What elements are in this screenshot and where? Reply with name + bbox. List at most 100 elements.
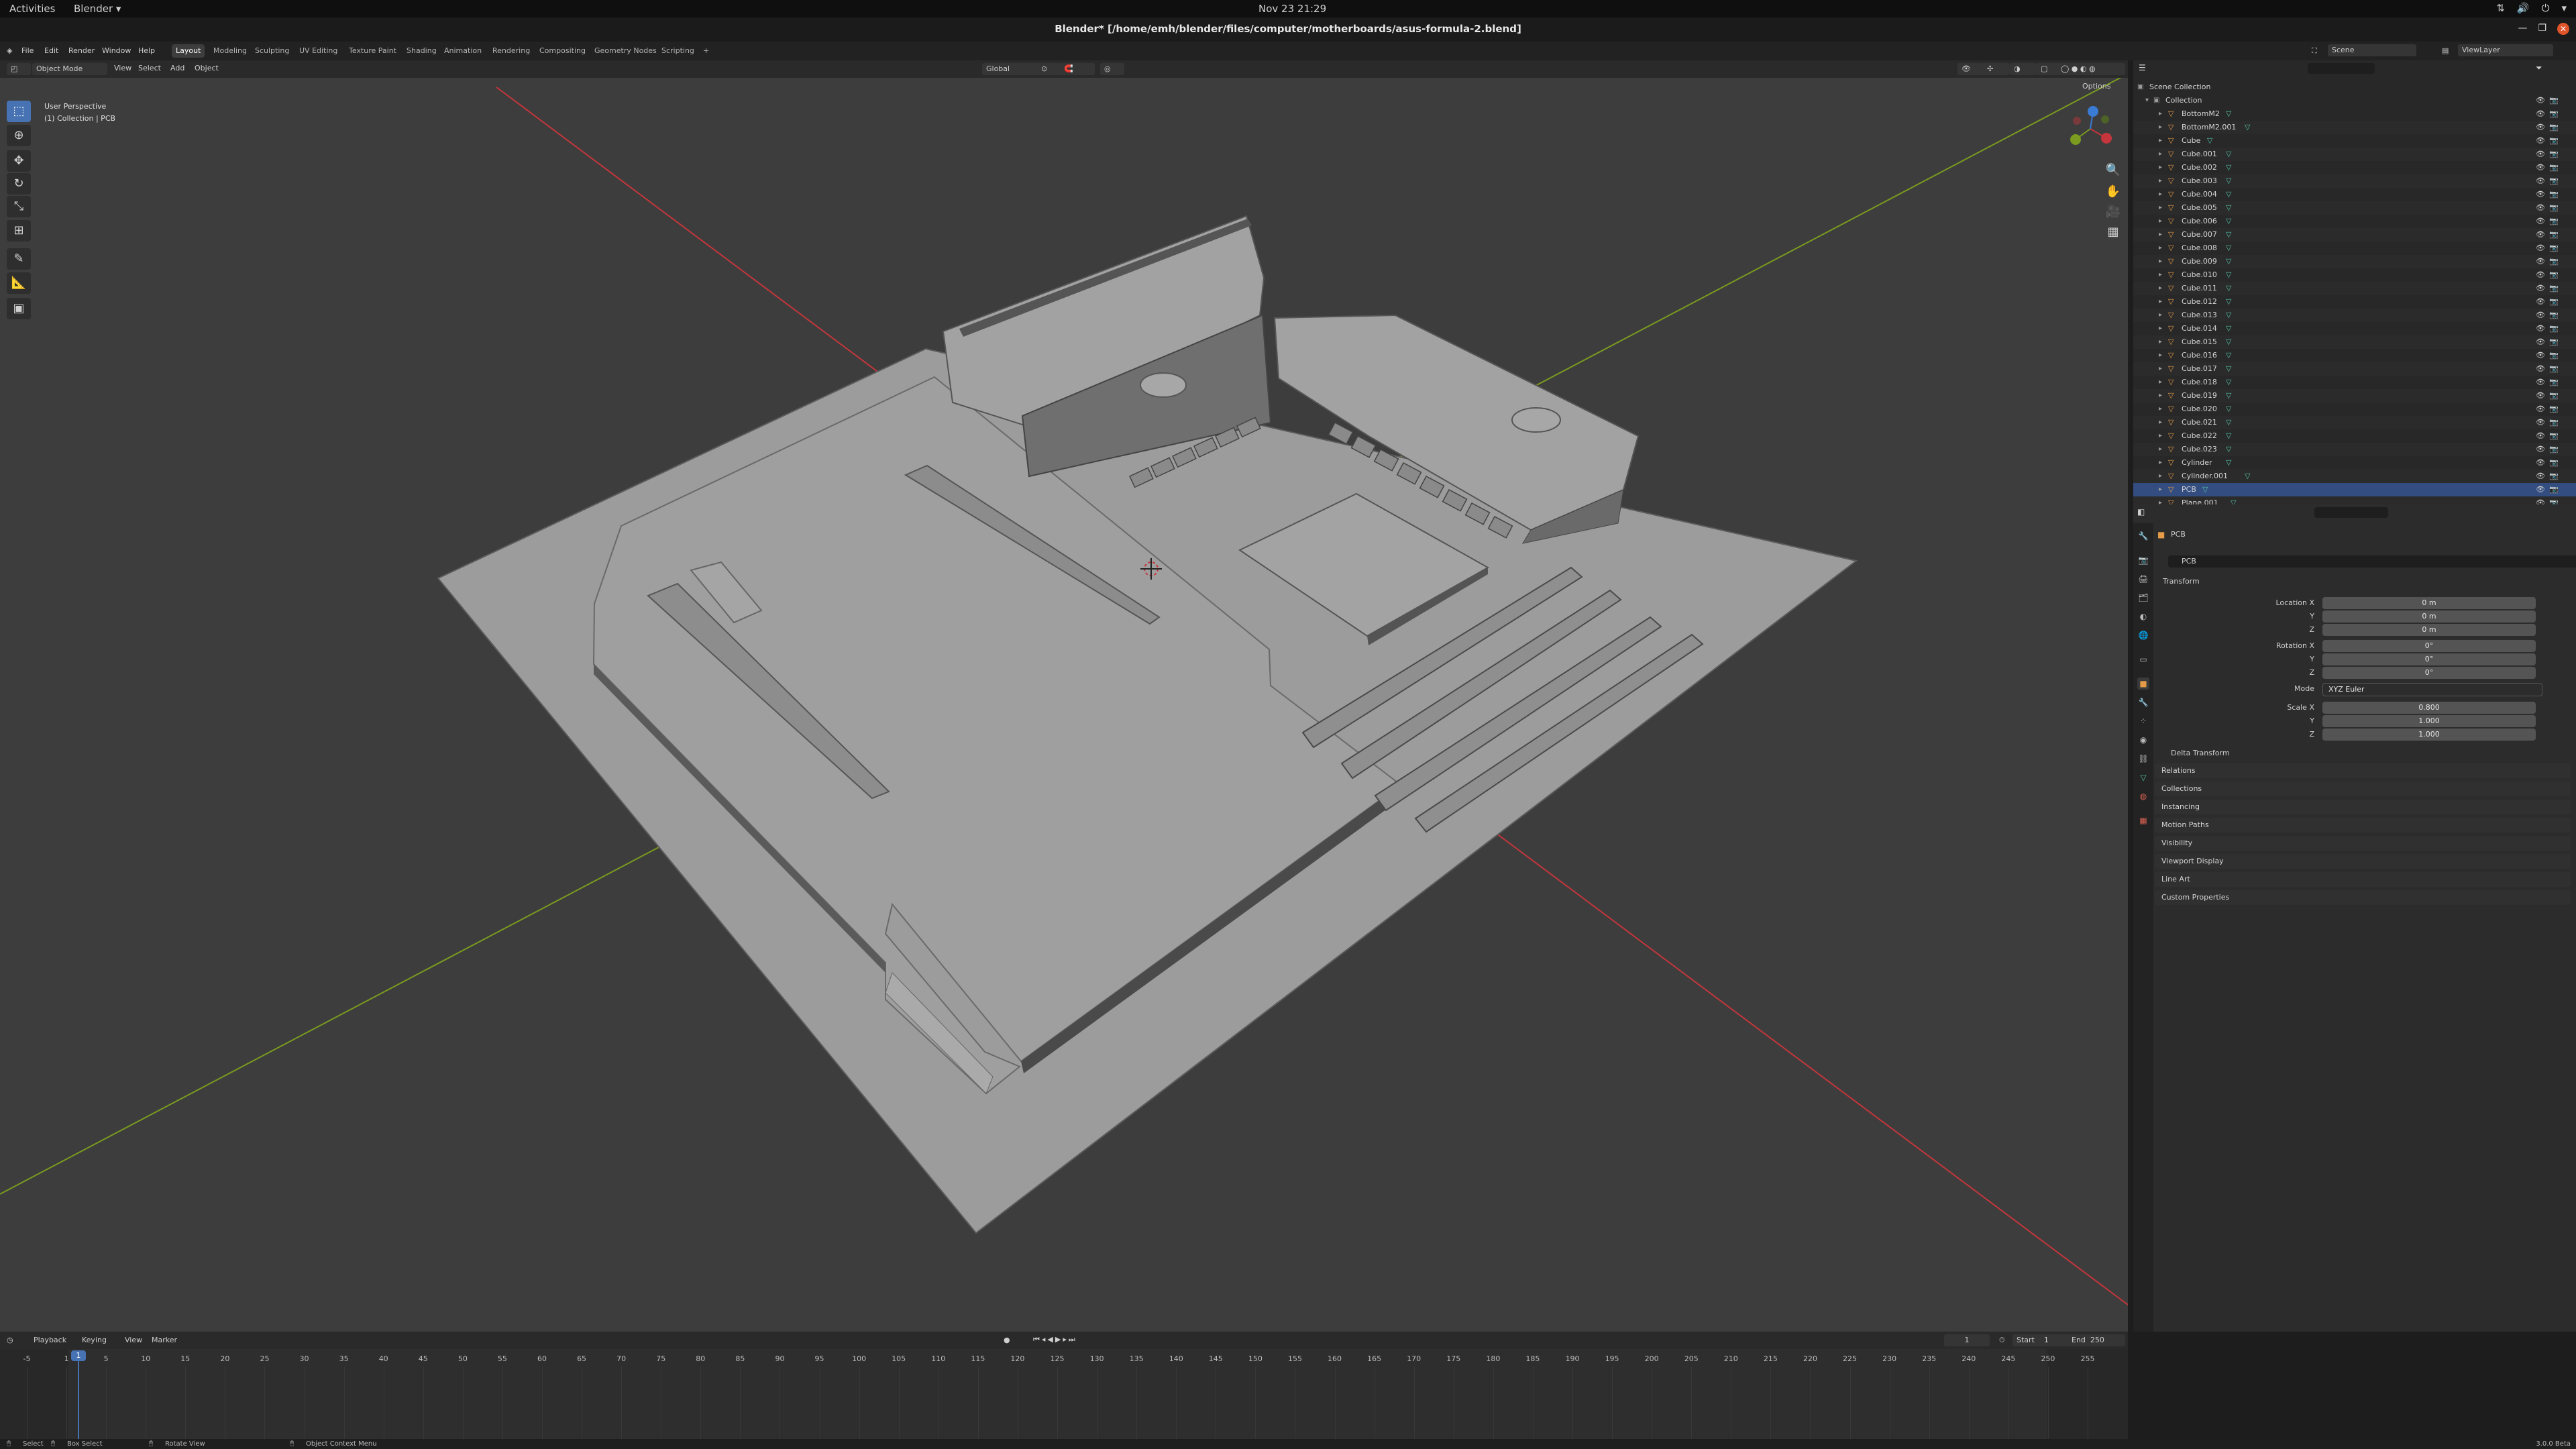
outliner-search-input[interactable] — [2308, 63, 2375, 74]
line-art-panel[interactable]: Line Art — [2155, 872, 2571, 887]
scale-z-field[interactable]: 1.000 — [2322, 729, 2536, 741]
camera-icon[interactable]: 📷 — [2549, 94, 2559, 107]
physics-tab-icon[interactable]: ◉ — [2137, 734, 2149, 746]
eye-icon[interactable]: 👁 — [2536, 215, 2545, 228]
eye-icon[interactable]: 👁 — [2536, 107, 2545, 121]
outliner-object-row[interactable]: ▸ ▽ BottomM2.001 ▽ 👁 📷 — [2133, 121, 2576, 134]
eye-icon[interactable]: 👁 — [2536, 402, 2545, 416]
expand-arrow-icon[interactable]: ▸ — [2159, 376, 2162, 389]
outliner-object-row[interactable]: ▸ ▽ BottomM2 ▽ 👁 📷 — [2133, 107, 2576, 121]
camera-icon[interactable]: 📷 — [2549, 362, 2559, 376]
mesh-data-icon[interactable]: ▽ — [2226, 241, 2231, 255]
camera-icon[interactable]: 📷 — [2549, 483, 2559, 496]
mesh-data-icon[interactable]: ▽ — [2226, 335, 2231, 349]
eye-icon[interactable]: 👁 — [2536, 362, 2545, 376]
pivot-icon[interactable]: ⊙ — [1037, 63, 1061, 75]
instancing-panel[interactable]: Instancing — [2155, 800, 2571, 814]
menu-timeline-view[interactable]: View — [125, 1336, 142, 1344]
camera-icon[interactable]: 📷 — [2549, 376, 2559, 389]
custom-properties-panel[interactable]: Custom Properties — [2155, 890, 2571, 905]
add-workspace-button[interactable]: + — [699, 44, 713, 58]
eye-icon[interactable]: 👁 — [2536, 322, 2545, 335]
camera-icon[interactable]: 📷 — [2549, 215, 2559, 228]
3d-viewport[interactable]: User Perspective (1) Collection | PCB ⬚ … — [0, 60, 2128, 1332]
camera-icon[interactable]: 📷 — [2549, 322, 2559, 335]
expand-arrow-icon[interactable]: ▸ — [2159, 174, 2162, 188]
expand-arrow-icon[interactable]: ▸ — [2159, 389, 2162, 402]
render-tab-icon[interactable]: 📷 — [2137, 554, 2149, 566]
mesh-data-icon[interactable]: ▽ — [2226, 402, 2231, 416]
properties-editor-icon[interactable]: ◧ — [2137, 507, 2145, 517]
eye-icon[interactable]: 👁 — [2536, 456, 2545, 470]
mesh-data-icon[interactable]: ▽ — [2226, 148, 2231, 161]
camera-icon[interactable]: 📷 — [2549, 107, 2559, 121]
blender-logo-icon[interactable]: ◈ — [7, 46, 12, 55]
object-tab-icon[interactable]: ■ — [2137, 678, 2149, 690]
system-tray[interactable]: ⇅ 🔊 ⏻ ▾ — [2496, 2, 2567, 14]
tab-shading[interactable]: Shading — [402, 44, 441, 58]
mesh-data-icon[interactable]: ▽ — [2245, 470, 2250, 483]
app-menu-button[interactable]: Blender ▾ — [74, 3, 121, 15]
expand-arrow-icon[interactable]: ▸ — [2159, 255, 2162, 268]
menu-file[interactable]: File — [21, 46, 34, 55]
rotation-x-field[interactable]: 0° — [2322, 640, 2536, 652]
ortho-toggle-icon[interactable]: ▦ — [2102, 221, 2124, 243]
pan-hand-icon[interactable]: ✋ — [2102, 181, 2124, 203]
outliner-object-row[interactable]: ▸ ▽ Cube.004 ▽ 👁 📷 — [2133, 188, 2576, 201]
camera-icon[interactable]: 📷 — [2549, 443, 2559, 456]
zoom-icon[interactable]: 🔍 — [2102, 160, 2124, 181]
eye-icon[interactable]: 👁 — [2536, 134, 2545, 148]
close-icon[interactable]: ✕ — [2557, 23, 2569, 35]
outliner-object-row[interactable]: ▸ ▽ Cube.007 ▽ 👁 📷 — [2133, 228, 2576, 241]
camera-icon[interactable]: 📷 — [2549, 470, 2559, 483]
outliner-object-row[interactable]: ▸ ▽ Cube.015 ▽ 👁 📷 — [2133, 335, 2576, 349]
menu-object[interactable]: Object — [195, 64, 219, 72]
visibility-panel[interactable]: Visibility — [2155, 836, 2571, 851]
outliner-object-row[interactable]: ▸ ▽ Cube.016 ▽ 👁 📷 — [2133, 349, 2576, 362]
eye-icon[interactable]: 👁 — [2536, 174, 2545, 188]
tab-geometry-nodes[interactable]: Geometry Nodes — [590, 44, 661, 58]
eye-icon[interactable]: 👁 — [2536, 443, 2545, 456]
eye-icon[interactable]: 👁 — [2536, 389, 2545, 402]
expand-arrow-icon[interactable]: ▸ — [2159, 228, 2162, 241]
mesh-data-icon[interactable]: ▽ — [2202, 483, 2208, 496]
scene-selector[interactable]: Scene — [2328, 44, 2416, 56]
mesh-data-icon[interactable]: ▽ — [2226, 349, 2231, 362]
mesh-data-icon[interactable]: ▽ — [2207, 134, 2212, 148]
expand-arrow-icon[interactable]: ▸ — [2159, 483, 2162, 496]
outliner-object-row[interactable]: ▸ ▽ Cylinder.001 ▽ 👁 📷 — [2133, 470, 2576, 483]
eye-icon[interactable]: 👁 — [2536, 268, 2545, 282]
mesh-data-icon[interactable]: ▽ — [2226, 362, 2231, 376]
mesh-data-icon[interactable]: ▽ — [2226, 282, 2231, 295]
expand-arrow-icon[interactable]: ▸ — [2159, 268, 2162, 282]
camera-icon[interactable]: 📷 — [2549, 456, 2559, 470]
minimize-icon[interactable]: — — [2518, 23, 2527, 35]
mesh-data-icon[interactable]: ▽ — [2226, 268, 2231, 282]
move-tool-icon[interactable]: ✥ — [7, 150, 31, 172]
timeline[interactable]: ◷ Playback Keying View Marker ● ⏮◂◀▶▸⏭ 1… — [0, 1332, 2128, 1439]
camera-icon[interactable]: 📷 — [2549, 121, 2559, 134]
outliner-object-row[interactable]: ▸ ▽ Cylinder ▽ 👁 📷 — [2133, 456, 2576, 470]
scale-tool-icon[interactable]: ⤡ — [7, 196, 31, 217]
scale-x-field[interactable]: 0.800 — [2322, 702, 2536, 714]
collection-tab-icon[interactable]: ▭ — [2137, 653, 2149, 665]
outliner-object-row[interactable]: ▸ ▽ Cube.019 ▽ 👁 📷 — [2133, 389, 2576, 402]
current-frame-field[interactable]: 1 — [1944, 1334, 1990, 1346]
navigation-gizmo[interactable] — [2066, 105, 2114, 153]
eye-icon[interactable]: 👁 — [2536, 201, 2545, 215]
snap-icon[interactable]: 🧲 — [1060, 63, 1095, 75]
rotate-tool-icon[interactable]: ↻ — [7, 173, 31, 195]
options-button[interactable]: Options — [2082, 82, 2110, 91]
power-icon[interactable]: ⏻ — [2542, 2, 2550, 14]
outliner-scene-collection[interactable]: ▣ Scene Collection — [2133, 80, 2576, 94]
collections-panel[interactable]: Collections — [2155, 782, 2571, 796]
expand-arrow-icon[interactable]: ▸ — [2159, 121, 2162, 134]
expand-arrow-icon[interactable]: ▸ — [2159, 201, 2162, 215]
outliner-object-row[interactable]: ▸ ▽ Cube.008 ▽ 👁 📷 — [2133, 241, 2576, 255]
view-layer-tab-icon[interactable]: 🗂 — [2137, 592, 2149, 604]
mode-selector[interactable]: Object Mode — [32, 63, 107, 75]
eye-icon[interactable]: 👁 — [2536, 335, 2545, 349]
tab-uv-editing[interactable]: UV Editing — [295, 44, 341, 58]
mesh-data-icon[interactable]: ▽ — [2226, 228, 2231, 241]
camera-icon[interactable]: 📷 — [2549, 402, 2559, 416]
